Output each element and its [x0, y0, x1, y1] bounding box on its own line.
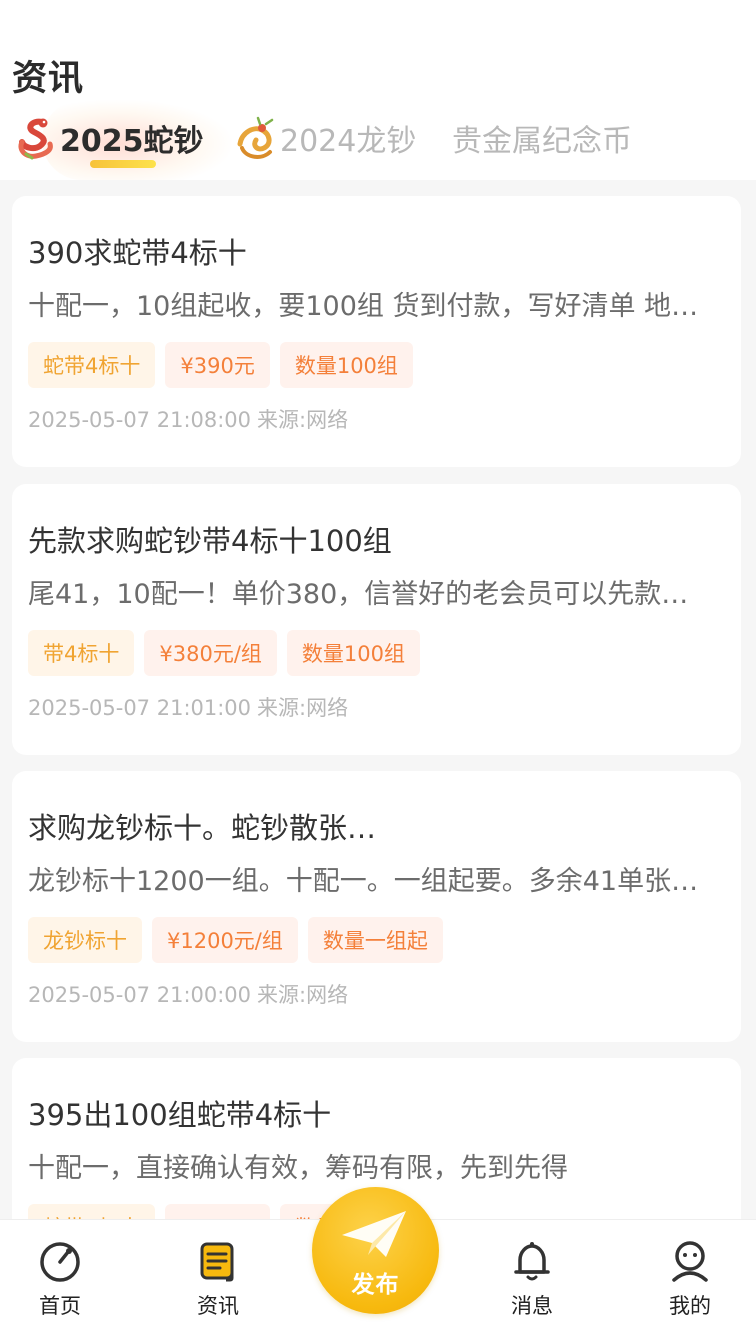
header: 资讯 2025蛇钞 2024龙钞 贵金属纪念币 [0, 0, 756, 180]
app-root: 资讯 2025蛇钞 2024龙钞 贵金属纪念币 390求蛇带4标十 十配一，10… [0, 0, 756, 1326]
nav-label: 我的 [669, 1294, 711, 1318]
tab-2024-dragon[interactable]: 2024龙钞 [232, 108, 416, 168]
post-tags: 龙钞标十 ¥1200元/组 数量一组起 [28, 917, 443, 963]
nav-home[interactable]: 首页 [10, 1220, 110, 1326]
post-description: 十配一，10组起收，要100组 货到付款，写好清单 地址电话 [28, 291, 706, 322]
post-source: 来源:网络 [257, 408, 349, 432]
tab-label: 2025蛇钞 [60, 124, 204, 159]
tag-item-type: 带4标十 [28, 630, 135, 676]
post-title: 395出100组蛇带4标十 [28, 1098, 332, 1132]
nav-profile[interactable]: 我的 [640, 1220, 740, 1326]
snake-icon [18, 118, 53, 160]
post-card[interactable]: 390求蛇带4标十 十配一，10组起收，要100组 货到付款，写好清单 地址电话… [12, 196, 741, 467]
bell-icon [514, 1242, 550, 1281]
post-meta: 2025-05-07 21:01:00 来源:网络 [28, 692, 348, 722]
paper-plane-icon [342, 1211, 406, 1257]
post-time: 2025-05-07 21:08:00 [28, 408, 252, 432]
post-source: 来源:网络 [257, 983, 349, 1007]
post-card[interactable]: 求购龙钞标十。蛇钞散张… 龙钞标十1200一组。十配一。一组起要。多余41单张也… [12, 771, 741, 1042]
tab-label: 2024龙钞 [280, 124, 417, 159]
tag-price: ¥380元/组 [144, 630, 277, 676]
post-meta: 2025-05-07 21:08:00 来源:网络 [28, 404, 348, 434]
tag-price: ¥390元 [165, 342, 270, 388]
tab-label: 贵金属纪念币 [452, 124, 632, 159]
post-meta: 2025-05-07 21:00:00 来源:网络 [28, 979, 348, 1009]
tag-quantity: 数量100组 [279, 342, 413, 388]
category-tabs: 2025蛇钞 2024龙钞 贵金属纪念币 [0, 100, 756, 180]
nav-label: 首页 [39, 1294, 81, 1318]
news-icon [200, 1242, 234, 1282]
nav-messages[interactable]: 消息 [482, 1220, 582, 1326]
tag-price: ¥1200元/组 [152, 917, 298, 963]
post-source: 来源:网络 [257, 696, 349, 720]
tab-2025-snake[interactable]: 2025蛇钞 [12, 100, 232, 180]
post-title: 求购龙钞标十。蛇钞散张… [28, 811, 377, 845]
tag-quantity: 数量100组 [286, 630, 420, 676]
post-time: 2025-05-07 21:00:00 [28, 983, 252, 1007]
nav-label: 消息 [511, 1294, 553, 1318]
tag-item-type: 龙钞标十 [28, 917, 142, 963]
tag-item-type: 蛇带4标十 [28, 342, 156, 388]
home-icon [40, 1242, 80, 1282]
post-tags: 蛇带4标十 ¥390元 数量100组 [28, 342, 413, 388]
tag-quantity: 数量一组起 [307, 917, 443, 963]
post-time: 2025-05-07 21:01:00 [28, 696, 252, 720]
tab-precious-metal-coins[interactable]: 贵金属纪念币 [452, 108, 632, 168]
profile-icon [672, 1241, 708, 1282]
post-description: 尾41，10配一！单价380，信誉好的老会员可以先款到付 [28, 579, 706, 610]
post-card[interactable]: 先款求购蛇钞带4标十100组 尾41，10配一！单价380，信誉好的老会员可以先… [12, 484, 741, 755]
post-tags: 带4标十 ¥380元/组 数量100组 [28, 630, 420, 676]
active-tab-indicator [90, 160, 156, 168]
page-title: 资讯 [12, 59, 85, 99]
nav-label: 资讯 [197, 1294, 239, 1318]
dragon-icon [237, 116, 274, 159]
publish-label: 发布 [351, 1272, 400, 1298]
post-description: 十配一，直接确认有效，筹码有限，先到先得 [28, 1153, 568, 1184]
publish-button[interactable]: 发布 [312, 1187, 439, 1314]
post-description: 龙钞标十1200一组。十配一。一组起要。多余41单张也要 [28, 866, 706, 897]
post-title: 390求蛇带4标十 [28, 236, 247, 270]
post-title: 先款求购蛇钞带4标十100组 [28, 524, 392, 558]
nav-news[interactable]: 资讯 [168, 1220, 268, 1326]
